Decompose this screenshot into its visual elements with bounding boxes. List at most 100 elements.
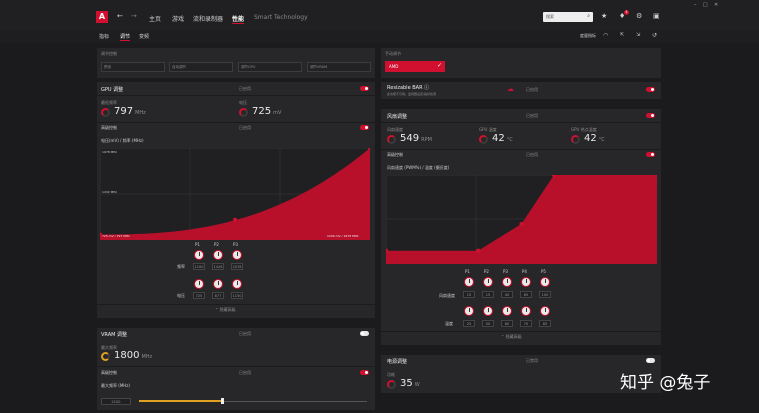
gpu-freq-p3-value[interactable]: 2078: [231, 263, 243, 270]
fan-speed-p5-value[interactable]: 100: [539, 291, 551, 298]
power-value: 35 W: [400, 378, 420, 389]
resizable-bar-card: Resizable BAR ⓘ 此功能不可用；监视器设置/指标检测 ☁ 已启用: [381, 82, 661, 99]
gpu-graph-xstart: 725 mV / 797 MHz: [102, 234, 130, 238]
fan-temp-p3-value[interactable]: 60: [501, 320, 513, 327]
gpu-freq-row-label: 频率: [177, 264, 185, 269]
info-icon[interactable]: ⓘ: [424, 85, 429, 91]
vram-max-label: 最大频率 (MHz): [101, 383, 130, 388]
fan-speed-knob-p3[interactable]: [502, 277, 512, 287]
subtab-right-label[interactable]: 度量指标: [580, 33, 596, 39]
tuning-control-header: 调节控制: [101, 51, 117, 56]
import-icon[interactable]: ⇲: [636, 32, 640, 38]
resizable-bar-subtitle: 此功能不可用；监视器设置/指标检测: [387, 92, 437, 96]
fan-advanced-toggle[interactable]: [646, 152, 655, 157]
gpu-temp-gauge: [479, 135, 488, 144]
gpu-advanced-toggle[interactable]: [360, 125, 369, 130]
star-icon[interactable]: ★: [601, 12, 607, 20]
fan-temp-knob-p4[interactable]: [521, 306, 531, 316]
fan-temp-knob-p2[interactable]: [483, 306, 493, 316]
fan-advanced-status: 已启用: [526, 152, 538, 157]
nav-home[interactable]: 主页: [149, 14, 161, 23]
gpu-volt-knob-p3[interactable]: [232, 279, 242, 289]
vram-freq-value: 1800 MHz: [114, 350, 153, 361]
preset-selected-label: AMD: [389, 64, 399, 69]
gear-icon[interactable]: ⚙: [636, 12, 642, 20]
gpu-min-freq-value: 797 MHz: [114, 106, 146, 117]
vram-tuning-field[interactable]: 调节VRAM: [307, 62, 371, 72]
nav-smart[interactable]: Smart Technology: [254, 14, 308, 21]
gpu-tuning-title: GPU 调整: [101, 87, 124, 93]
gpu-freq-knob-p1[interactable]: [194, 250, 204, 260]
bar-link-icon[interactable]: ☁: [507, 85, 514, 93]
back-arrow-icon[interactable]: ←: [117, 12, 123, 20]
gpu-volt-p2-value[interactable]: 877: [212, 292, 224, 299]
nav-record[interactable]: 流和录制器: [193, 14, 223, 23]
amd-logo[interactable]: A: [96, 11, 108, 23]
divider: [97, 366, 375, 367]
fan-temp-p1-value[interactable]: 25: [463, 320, 475, 327]
resizable-bar-title: Resizable BAR ⓘ: [387, 85, 430, 91]
gpu-graph-ymid: 1432 MHz: [102, 190, 118, 194]
fan-speed-knob-p5[interactable]: [540, 277, 550, 287]
forward-arrow-icon[interactable]: →: [131, 12, 137, 20]
gpu-tuning-field[interactable]: 调节GPU: [238, 62, 302, 72]
gpu-tuning-toggle[interactable]: [360, 86, 369, 91]
fan-tuning-toggle[interactable]: [646, 113, 655, 118]
vram-advanced-toggle[interactable]: [360, 370, 369, 375]
gpu-graph-ytop: 1978 MHz: [102, 150, 118, 154]
gpu-p2-label: P2: [214, 242, 219, 247]
power-tuning-toggle[interactable]: [646, 358, 655, 363]
divider: [381, 331, 661, 332]
gpu-freq-p1-value[interactable]: 1100: [193, 263, 205, 270]
fan-temp-knob-p1[interactable]: [464, 306, 474, 316]
vram-tuning-toggle[interactable]: [360, 331, 369, 336]
fan-hide-advanced-button[interactable]: ⌃ 隐藏高级: [501, 334, 522, 340]
preset-header: 手动调节: [385, 51, 401, 56]
auto-tuning-field[interactable]: 自动调节: [169, 62, 233, 72]
fan-speed-p1-value[interactable]: 15: [463, 291, 475, 298]
fan-temp-knob-p3[interactable]: [502, 306, 512, 316]
gpu-volt-p3-value[interactable]: 1150: [231, 292, 243, 299]
resizable-bar-toggle[interactable]: [646, 87, 655, 92]
vram-slider-value[interactable]: 2100: [101, 398, 131, 405]
fan-speed-knob-p4[interactable]: [521, 277, 531, 287]
preset-selected-button[interactable]: AMD ✓: [385, 61, 445, 72]
subtab-metrics[interactable]: 指标: [99, 33, 109, 40]
gpu-vf-curve-graph[interactable]: [100, 148, 370, 240]
nav-games[interactable]: 游戏: [172, 14, 184, 23]
fan-curve-graph[interactable]: [386, 175, 657, 264]
power-gauge: [387, 380, 396, 389]
gpu-hide-advanced-button[interactable]: ⌃ 隐藏高级: [215, 307, 236, 313]
fan-speed-p2-value[interactable]: 15: [482, 291, 494, 298]
fan-temp-knob-p5[interactable]: [540, 306, 550, 316]
gpu-freq-p2-value[interactable]: 1426: [212, 263, 224, 270]
gpu-freq-knob-p3[interactable]: [232, 250, 242, 260]
gpu-graph-xend: 1200 mV / 1978 MHz: [327, 234, 359, 238]
subtab-tuning[interactable]: 调节: [120, 33, 130, 40]
gpu-hotspot-value: 42 °C: [584, 133, 605, 144]
fan-speed-p3-value[interactable]: 40: [501, 291, 513, 298]
gpu-volt-knob-p1[interactable]: [194, 279, 204, 289]
preset-field[interactable]: 预设: [101, 62, 165, 72]
fan-temp-p5-value[interactable]: 85: [539, 320, 551, 327]
fan-speed-knob-p1[interactable]: [464, 277, 474, 287]
user-icon[interactable]: ▣: [653, 12, 660, 20]
gpu-freq-knob-p2[interactable]: [213, 250, 223, 260]
fan-temp-p4-value[interactable]: 70: [520, 320, 532, 327]
nav-performance[interactable]: 性能: [232, 14, 244, 23]
gpu-volt-p1-value[interactable]: 725: [193, 292, 205, 299]
export-icon[interactable]: ⇱: [620, 32, 624, 38]
fan-speed-p4-value[interactable]: 65: [520, 291, 532, 298]
fan-temp-p2-value[interactable]: 50: [482, 320, 494, 327]
reset-icon[interactable]: ↺: [652, 32, 657, 39]
window-controls[interactable]: – □ ✕: [694, 2, 718, 8]
gpu-volt-knob-p2[interactable]: [213, 279, 223, 289]
gpu-voltage-gauge: [239, 108, 248, 117]
fan-speed-knob-p2[interactable]: [483, 277, 493, 287]
subtab-overclock[interactable]: 变频: [139, 33, 149, 40]
search-input[interactable]: 搜索 ⌕: [543, 12, 593, 22]
gpu-voltage-label: 电压: [239, 100, 247, 105]
gauge-icon[interactable]: ◠: [603, 32, 608, 39]
vram-slider-thumb[interactable]: [221, 398, 225, 404]
power-tuning-status: 已禁用: [526, 358, 538, 363]
